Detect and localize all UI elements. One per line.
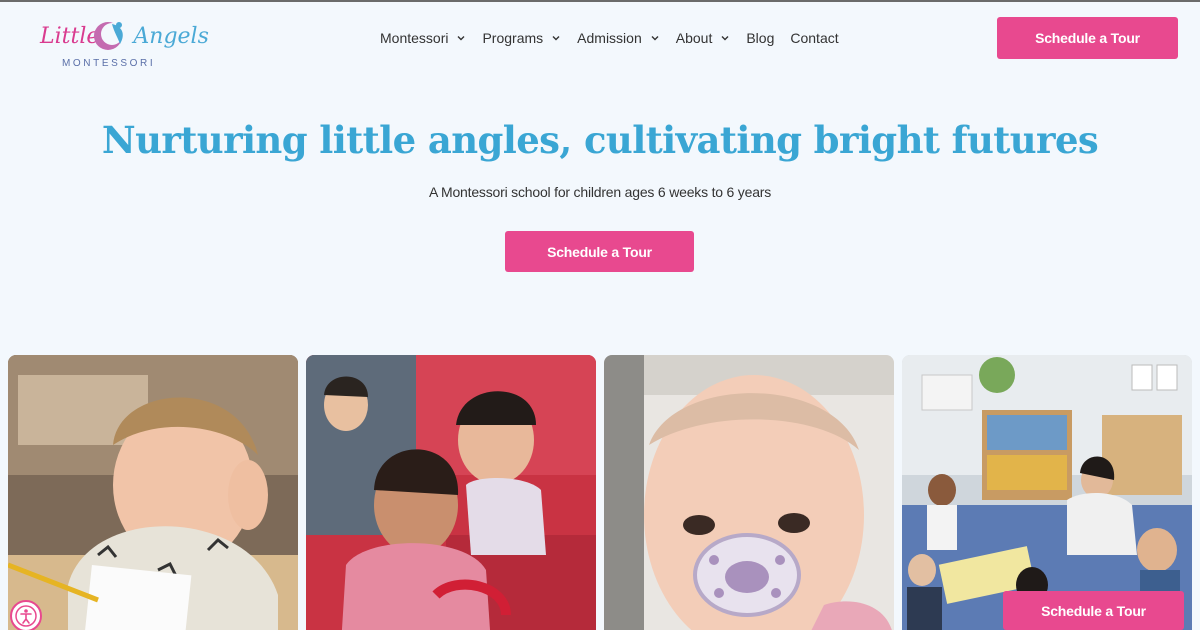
logo-word-little: Little xyxy=(40,24,100,49)
floating-schedule-tour-button[interactable]: Schedule a Tour xyxy=(1003,591,1184,630)
nav-item-about[interactable]: About xyxy=(676,30,731,46)
nav-item-label: Montessori xyxy=(380,30,449,46)
hero-subtitle: A Montessori school for children ages 6 … xyxy=(428,184,772,200)
nav-item-label: Admission xyxy=(577,30,642,46)
accessibility-icon xyxy=(15,605,37,627)
logo-subtitle: MONTESSORI xyxy=(62,58,156,69)
nav-item-label: Blog xyxy=(746,30,775,46)
nav-item-admission[interactable]: Admission xyxy=(577,30,660,46)
angel-logo-icon xyxy=(94,22,123,50)
logo-word-angels: Angels xyxy=(133,24,209,49)
top-border xyxy=(0,0,1200,2)
classroom-circle-photo xyxy=(902,355,1192,630)
hero-schedule-tour-button[interactable]: Schedule a Tour xyxy=(505,231,694,272)
nav-item-contact[interactable]: Contact xyxy=(790,30,838,46)
boy-with-worksheet-photo xyxy=(8,355,298,630)
nav-item-blog[interactable]: Blog xyxy=(746,30,774,46)
main-nav: Montessori Programs Admission About Blog… xyxy=(380,30,839,46)
photo-gallery xyxy=(8,355,1192,630)
nav-item-programs[interactable]: Programs xyxy=(482,30,561,46)
chevron-down-icon xyxy=(721,36,729,41)
accessibility-button[interactable] xyxy=(10,600,42,630)
header-schedule-tour-button[interactable]: Schedule a Tour xyxy=(997,17,1178,59)
hero-title: Nurturing little angles, cultivating bri… xyxy=(101,118,1099,162)
nav-item-label: About xyxy=(675,30,713,46)
baby-with-pacifier-photo xyxy=(604,355,894,630)
chevron-down-icon xyxy=(651,36,659,41)
site-logo[interactable]: Little Angels MONTESSORI xyxy=(40,18,209,74)
toddlers-on-red-stairs-photo xyxy=(306,355,596,630)
nav-item-montessori[interactable]: Montessori xyxy=(380,30,466,46)
nav-item-label: Programs xyxy=(482,30,544,46)
chevron-down-icon xyxy=(552,36,560,41)
nav-item-label: Contact xyxy=(790,30,839,46)
chevron-down-icon xyxy=(457,36,465,41)
